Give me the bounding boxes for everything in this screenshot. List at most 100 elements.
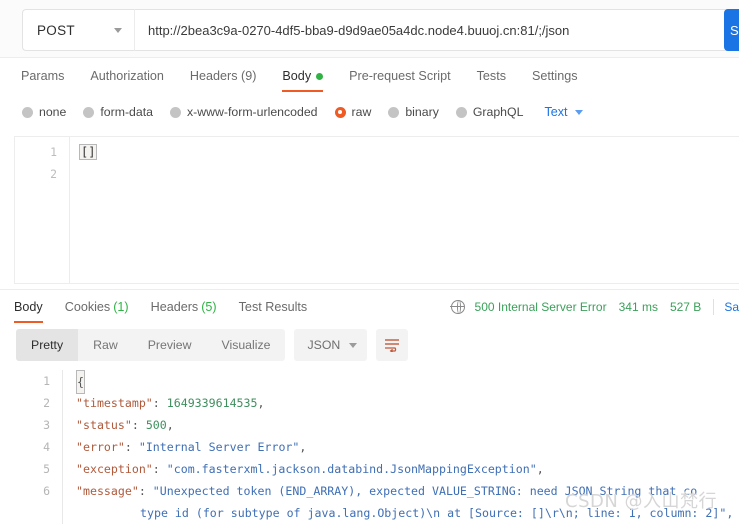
response-line-number: 1 — [43, 374, 50, 388]
body-type-binary[interactable]: binary — [388, 105, 439, 119]
view-mode-visualize[interactable]: Visualize — [206, 329, 285, 361]
body-type-raw[interactable]: raw — [334, 105, 372, 119]
tab-params[interactable]: Params — [21, 58, 64, 94]
tab-headers-label: Headers (9) — [189, 69, 257, 83]
globe-icon — [450, 299, 465, 314]
response-format-label: JSON — [307, 338, 341, 352]
json-separator: : — [131, 418, 146, 432]
response-code-line: 5 "exception": "com.fasterxml.jackson.da… — [16, 458, 739, 480]
response-line-number: 6 — [43, 484, 50, 498]
radio-icon — [169, 106, 181, 118]
response-tab-body[interactable]: Body — [14, 290, 43, 324]
watermark: CSDN @入山梵行 — [565, 491, 718, 512]
view-mode-raw[interactable]: Raw — [78, 329, 133, 361]
json-comma: , — [166, 418, 174, 432]
response-tabs: Body Cookies (1) Headers (5) Test Result… — [14, 290, 329, 324]
editor-line: 2 — [15, 163, 739, 185]
response-tab-cookies-label: Cookies — [64, 299, 111, 314]
response-tab-cookies[interactable]: Cookies (1) — [65, 290, 129, 324]
tab-authorization[interactable]: Authorization — [90, 58, 164, 94]
response-format-dropdown[interactable]: JSON — [294, 329, 368, 361]
tab-pre-request-script-label: Pre-request Script — [349, 69, 451, 83]
response-tab-headers-count: (5) — [201, 299, 217, 314]
json-string: "Internal Server Error" — [138, 440, 300, 454]
body-modified-dot-icon — [316, 72, 324, 80]
request-url-row: POST http://2bea3c9a-0270-4df5-bba9-d9d9… — [22, 9, 739, 51]
save-response-button[interactable]: Sa — [724, 300, 739, 314]
response-line-text: { — [76, 370, 85, 394]
json-key: "timestamp" — [76, 396, 153, 410]
response-size: 527 B — [669, 300, 702, 314]
json-separator: : — [152, 396, 167, 410]
json-key: "exception" — [76, 462, 153, 476]
meta-divider — [713, 299, 715, 315]
json-key: "error" — [76, 440, 125, 454]
response-view-mode-group: Pretty Raw Preview Visualize — [16, 329, 286, 361]
json-comma: , — [257, 396, 265, 410]
response-code-line: 2 "timestamp": 1649339614535, — [16, 392, 739, 414]
tab-settings[interactable]: Settings — [532, 58, 578, 94]
tab-authorization-label: Authorization — [90, 69, 164, 83]
http-method-dropdown[interactable]: POST — [22, 9, 134, 51]
radio-icon — [83, 106, 95, 118]
tab-tests-label: Tests — [476, 69, 507, 83]
response-time: 341 ms — [618, 300, 658, 314]
response-tab-test-results[interactable]: Test Results — [239, 290, 308, 324]
response-tab-headers[interactable]: Headers (5) — [151, 290, 217, 324]
json-number: 500 — [145, 418, 167, 432]
raw-format-dropdown[interactable]: Text — [544, 105, 583, 119]
url-input[interactable]: http://2bea3c9a-0270-4df5-bba9-d9d9ae05a… — [134, 9, 739, 51]
response-line-number: 2 — [43, 396, 50, 410]
radio-icon — [455, 106, 467, 118]
json-number: 1649339614535 — [166, 396, 258, 410]
tab-headers[interactable]: Headers (9) — [190, 58, 257, 94]
body-type-none[interactable]: none — [22, 105, 66, 119]
word-wrap-icon — [385, 339, 400, 352]
request-tabs: Params Authorization Headers (9) Body Pr… — [0, 58, 739, 94]
body-type-urlencoded-label: x-www-form-urlencoded — [186, 105, 318, 119]
tab-pre-request-script[interactable]: Pre-request Script — [349, 58, 451, 94]
body-type-urlencoded[interactable]: x-www-form-urlencoded — [169, 105, 318, 119]
response-code-line: 1 { — [16, 370, 739, 394]
json-separator: : — [124, 440, 139, 454]
view-mode-pretty[interactable]: Pretty — [16, 329, 79, 361]
request-url-bar: POST http://2bea3c9a-0270-4df5-bba9-d9d9… — [0, 0, 739, 58]
chevron-down-icon — [114, 28, 122, 33]
body-type-binary-label: binary — [405, 105, 439, 119]
request-body-editor[interactable]: 1 [] 2 — [14, 136, 739, 284]
body-type-graphql[interactable]: GraphQL — [455, 105, 523, 119]
response-line-text: "exception": "com.fasterxml.jackson.data… — [76, 458, 544, 480]
body-type-options: none form-data x-www-form-urlencoded raw… — [0, 96, 739, 128]
tab-body[interactable]: Body — [282, 58, 324, 94]
response-code-line: 4 "error": "Internal Server Error", — [16, 436, 739, 458]
response-tab-body-label: Body — [14, 299, 43, 314]
json-comma: , — [299, 440, 307, 454]
http-method-label: POST — [37, 22, 75, 38]
json-separator: : — [152, 462, 167, 476]
tab-tests[interactable]: Tests — [477, 58, 506, 94]
editor-line: 1 [] — [15, 141, 739, 163]
word-wrap-button[interactable] — [376, 329, 409, 361]
editor-line-text: [] — [79, 144, 98, 160]
view-mode-preview[interactable]: Preview — [133, 329, 207, 361]
response-line-number: 3 — [43, 418, 50, 432]
json-key: "message" — [76, 484, 139, 498]
body-type-form-data[interactable]: form-data — [83, 105, 153, 119]
response-tab-test-results-label: Test Results — [238, 299, 308, 314]
response-view-toolbar: Pretty Raw Preview Visualize JSON — [16, 329, 409, 361]
send-button[interactable]: Send — [724, 9, 739, 51]
body-type-form-data-label: form-data — [100, 105, 153, 119]
tab-settings-label: Settings — [532, 69, 578, 83]
json-key: "status" — [76, 418, 132, 432]
editor-line-number: 1 — [50, 145, 57, 159]
json-separator: : — [138, 484, 153, 498]
response-bar: Body Cookies (1) Headers (5) Test Result… — [0, 289, 739, 323]
json-string: "com.fasterxml.jackson.databind.JsonMapp… — [166, 462, 537, 476]
chevron-down-icon — [349, 343, 358, 348]
body-type-raw-label: raw — [351, 105, 372, 119]
response-line-text: "timestamp": 1649339614535, — [76, 392, 264, 414]
url-text: http://2bea3c9a-0270-4df5-bba9-d9d9ae05a… — [148, 22, 570, 38]
response-tab-headers-label: Headers — [150, 299, 199, 314]
editor-line-number: 2 — [50, 167, 57, 181]
response-line-number: 4 — [43, 440, 50, 454]
